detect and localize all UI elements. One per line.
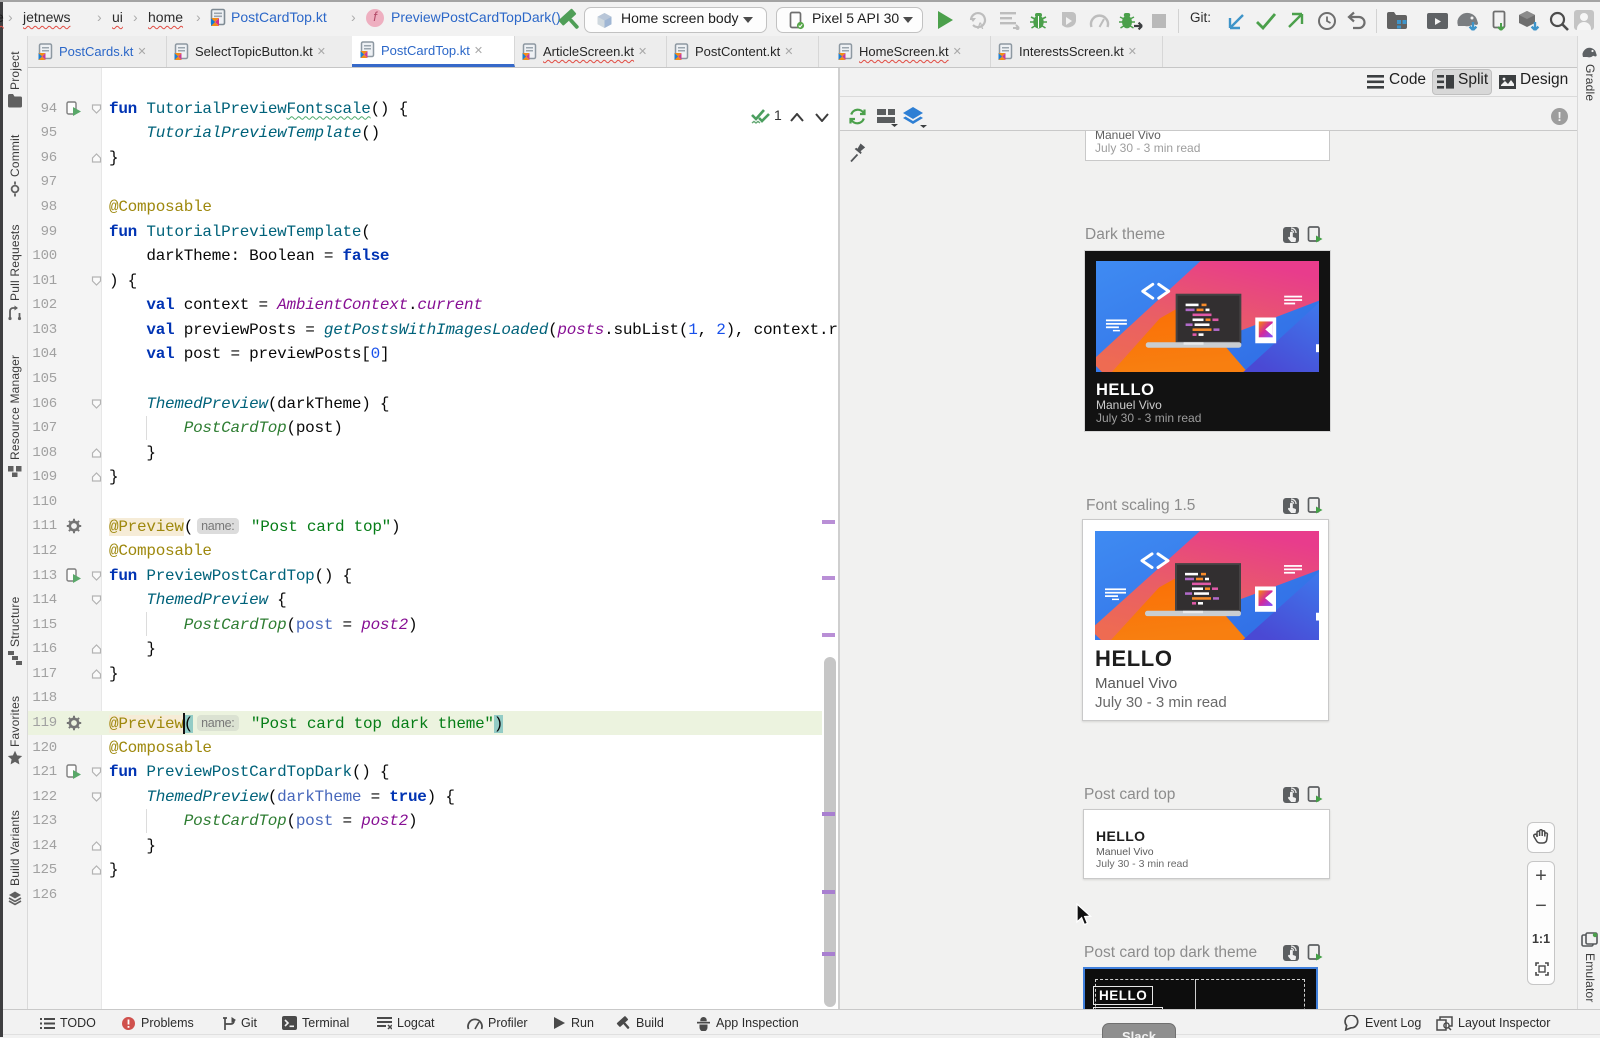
svg-text:A: A xyxy=(977,21,984,31)
